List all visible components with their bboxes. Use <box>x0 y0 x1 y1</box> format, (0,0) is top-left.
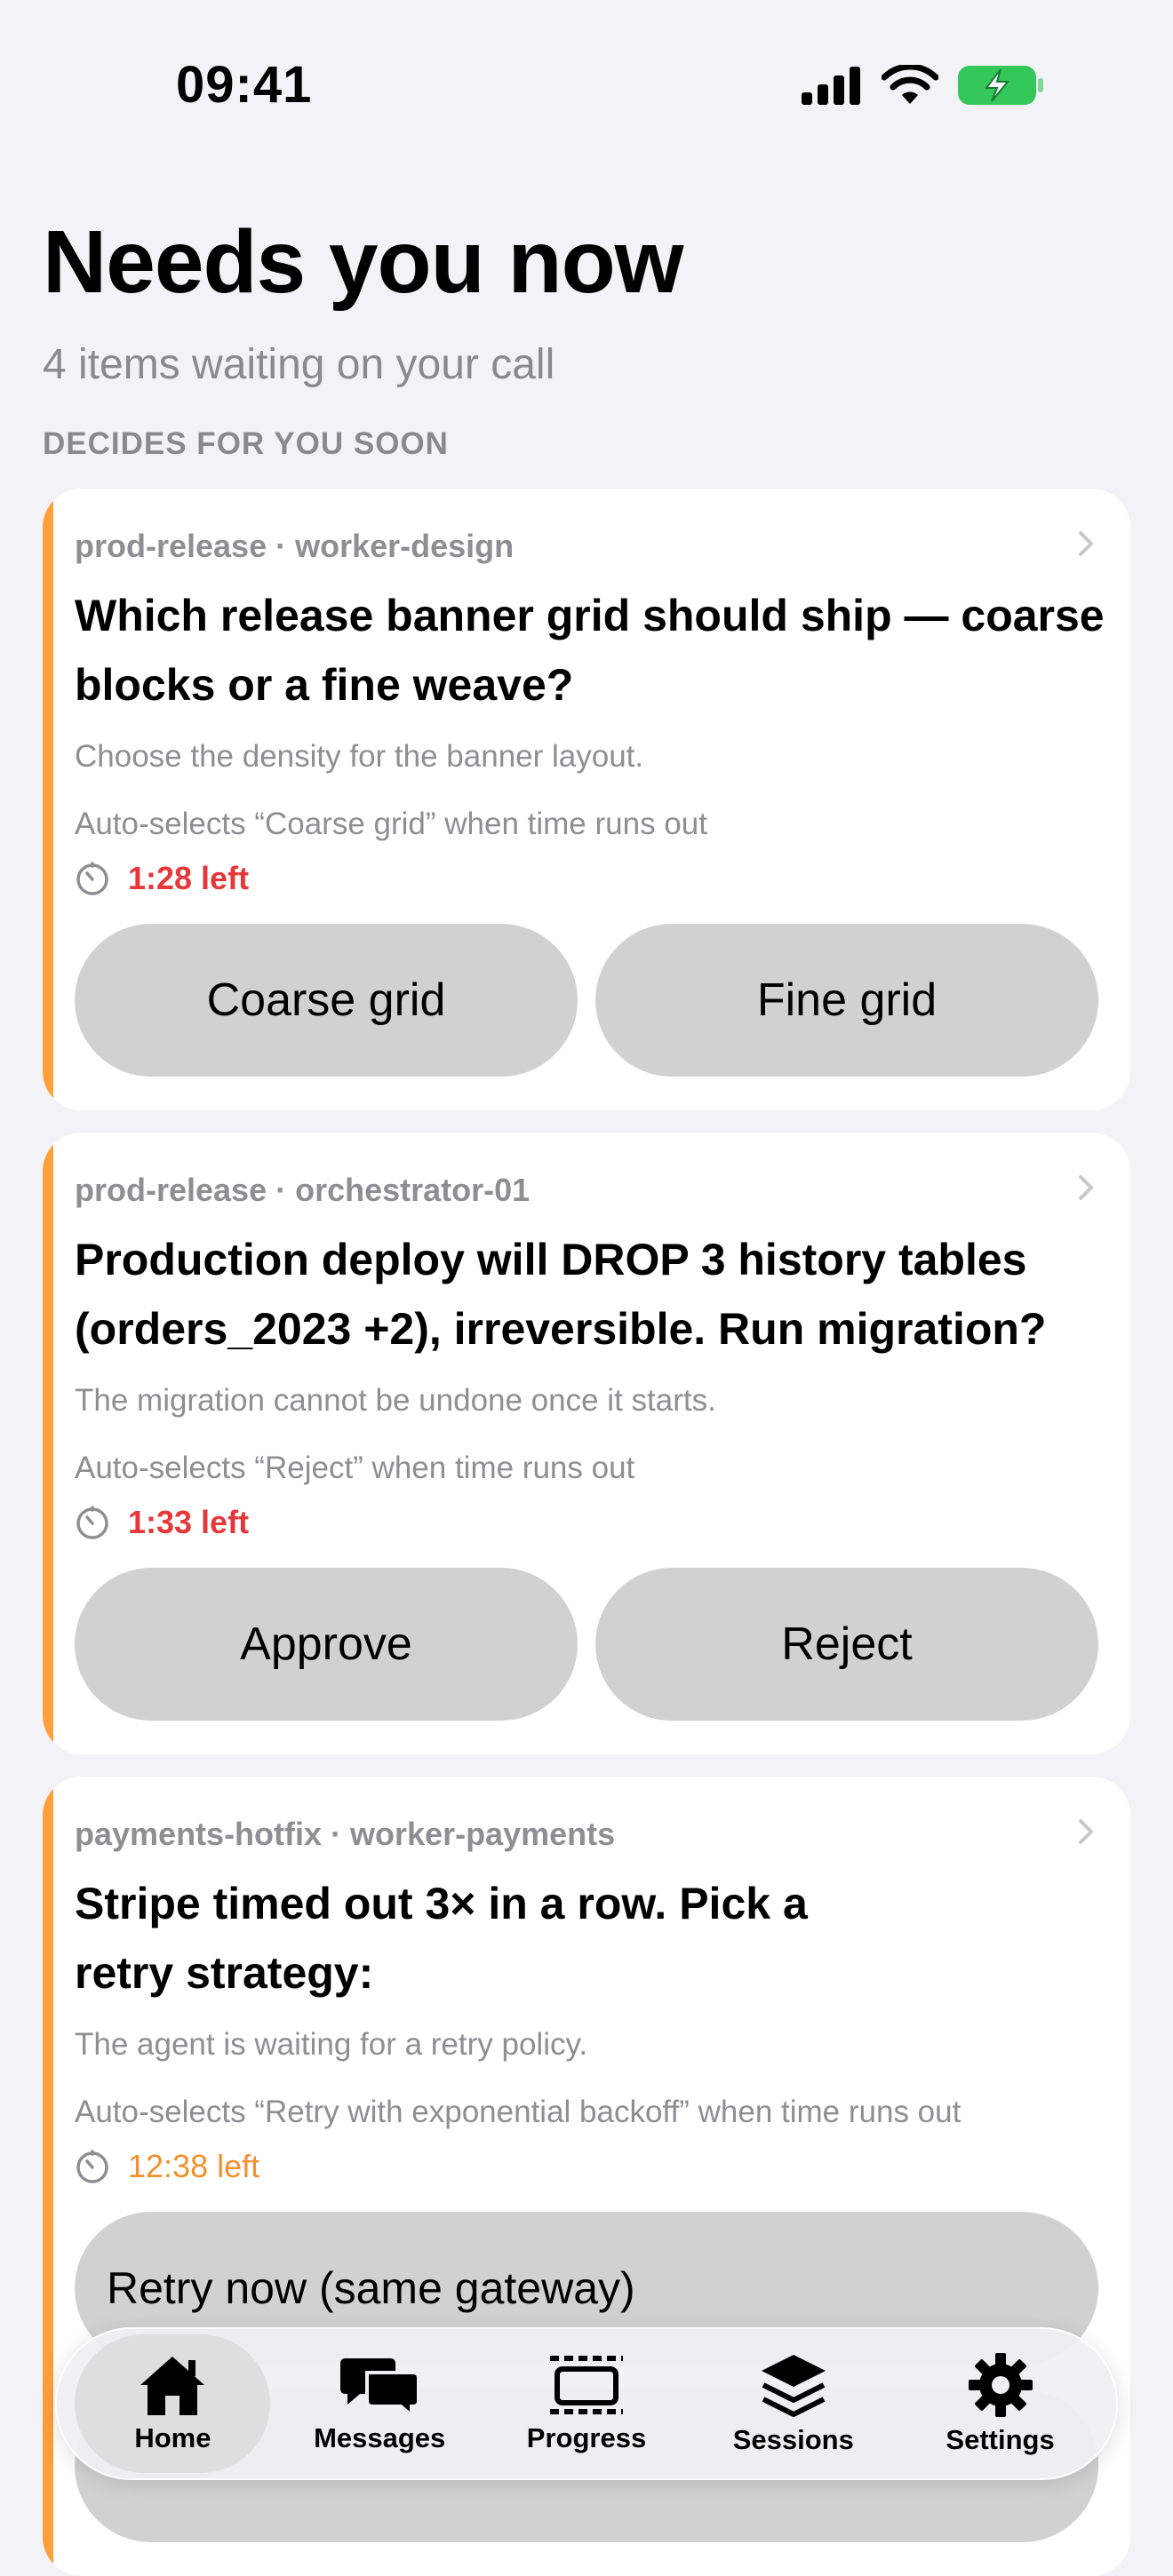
home-icon <box>140 2357 205 2415</box>
card-auto-select: Auto-selects “Reject” when time runs out <box>75 1451 635 1485</box>
card-timer: 12:38 left <box>75 2148 259 2185</box>
time-left: 1:28 left <box>128 860 250 896</box>
tab-home[interactable]: Home <box>75 2334 271 2473</box>
tab-settings[interactable]: Settings <box>903 2334 1098 2473</box>
time-left: 12:38 left <box>128 2148 260 2184</box>
tab-bar: Home Messages Progress Sessions Settings <box>55 2327 1118 2480</box>
page-title: Needs you now <box>43 212 683 312</box>
gear-icon <box>968 2353 1033 2417</box>
tab-label: Messages <box>314 2422 446 2453</box>
status-icons <box>800 64 1045 107</box>
chevron-right-icon <box>1079 531 1093 556</box>
approve-button[interactable]: Approve <box>75 1568 578 1721</box>
section-label: DECIDES FOR YOU SOON <box>43 426 449 461</box>
cellular-signal-icon <box>802 67 860 105</box>
card-title: Which release banner grid should ship — … <box>75 591 1105 710</box>
card-title: Stripe timed out 3× in a row. Pick a ret… <box>75 1869 1114 2008</box>
card-title: Production deploy will DROP 3 history ta… <box>75 1235 1047 1354</box>
tab-label: Settings <box>946 2424 1055 2455</box>
tab-progress[interactable]: Progress <box>489 2334 684 2473</box>
card-description: The migration cannot be undone once it s… <box>75 1383 716 1418</box>
option-fine-grid-button[interactable]: Fine grid <box>595 924 1098 1077</box>
card-timer: 1:28 left <box>75 860 249 897</box>
card-title-line: Stripe timed out 3× in a row. Pick a <box>75 1879 808 1928</box>
tab-label: Progress <box>526 2422 647 2453</box>
card-description: Choose the density for the banner layout… <box>75 739 644 774</box>
decision-card[interactable]: prod-release · worker-design Which relea… <box>43 489 1130 1110</box>
progress-icon <box>549 2356 623 2414</box>
reject-button[interactable]: Reject <box>595 1568 1098 1721</box>
decision-card[interactable]: prod-release · orchestrator-01 Productio… <box>43 1133 1130 1754</box>
card-auto-select: Auto-selects “Retry with exponential bac… <box>75 2095 962 2129</box>
messages-icon <box>340 2358 421 2417</box>
tab-label: Sessions <box>732 2424 854 2455</box>
tab-sessions[interactable]: Sessions <box>696 2334 891 2473</box>
choice-row: Approve Reject <box>75 1568 1098 1721</box>
page-subtitle: 4 items waiting on your call <box>43 341 555 388</box>
card-meta: prod-release · worker-design <box>75 528 515 564</box>
status-bar: 09:41 <box>0 0 1173 169</box>
chevron-right-icon <box>1079 1819 1093 1844</box>
battery-charging-icon <box>958 66 1043 105</box>
card-timer: 1:33 left <box>75 1504 249 1541</box>
wifi-icon <box>882 65 938 104</box>
option-coarse-grid-button[interactable]: Coarse grid <box>75 924 578 1077</box>
card-auto-select: Auto-selects “Coarse grid” when time run… <box>75 807 707 841</box>
card-description: The agent is waiting for a retry policy. <box>75 2027 588 2062</box>
chevron-right-icon <box>1079 1175 1093 1200</box>
tab-messages[interactable]: Messages <box>282 2334 477 2473</box>
card-meta: prod-release · orchestrator-01 <box>75 1172 531 1208</box>
time-left: 1:33 left <box>128 1504 250 1540</box>
sessions-layers-icon <box>761 2355 826 2417</box>
status-time: 09:41 <box>176 56 313 114</box>
tab-label: Home <box>134 2422 211 2453</box>
choice-row: Coarse grid Fine grid <box>75 924 1098 1077</box>
timer-icon <box>76 1506 108 1539</box>
timer-icon <box>76 2150 108 2183</box>
card-title-line: retry strategy: <box>75 1948 374 1998</box>
card-meta: payments-hotfix · worker-payments <box>75 1816 616 1852</box>
timer-icon <box>76 862 108 895</box>
